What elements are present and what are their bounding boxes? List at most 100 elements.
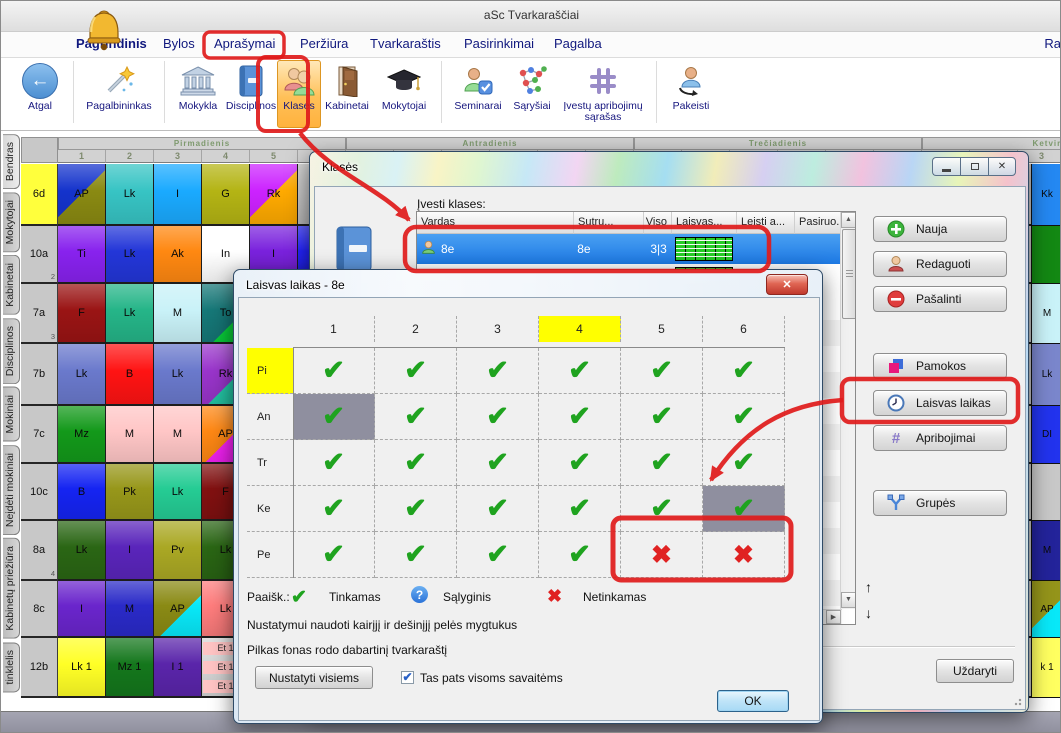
availability-cell-Pe-2[interactable]: ✔ bbox=[375, 532, 457, 578]
timetable-cell[interactable]: M bbox=[154, 284, 202, 344]
minimize-button[interactable] bbox=[932, 157, 960, 176]
availability-cell-Ke-6[interactable]: ✔ bbox=[703, 486, 785, 532]
sidebar-tab-kabinetų-priežiūra[interactable]: Kabinetų priežiūra bbox=[3, 538, 20, 639]
move-down-button[interactable]: ↓ bbox=[865, 605, 872, 621]
menu-item-tvarkaraštis[interactable]: Tvarkaraštis bbox=[370, 36, 441, 51]
availability-cell-Ke-4[interactable]: ✔ bbox=[539, 486, 621, 532]
column-header-2[interactable]: Sutru... bbox=[574, 212, 644, 234]
resize-grip[interactable] bbox=[1012, 696, 1022, 706]
close-button[interactable]: ✕ bbox=[988, 157, 1016, 176]
menu-item-pasirinkimai[interactable]: Pasirinkimai bbox=[464, 36, 534, 51]
availability-cell-Pi-2[interactable]: ✔ bbox=[375, 348, 457, 394]
timetable-cell[interactable]: I bbox=[58, 581, 106, 638]
availability-cell-Pi-1[interactable]: ✔ bbox=[293, 348, 375, 394]
timetable-cell[interactable]: Lk bbox=[58, 344, 106, 406]
column-header-5[interactable]: Leisti a... bbox=[737, 212, 795, 234]
timetable-cell[interactable]: Pk bbox=[106, 464, 154, 521]
timetable-row-label-7a[interactable]: 7a3 bbox=[21, 284, 58, 344]
grupės-button[interactable]: Grupės bbox=[873, 490, 1007, 516]
column-header-6[interactable]: Pasiruo... bbox=[795, 212, 842, 234]
grid-column-header-1[interactable]: 1 bbox=[293, 316, 375, 342]
menu-right-partial[interactable]: Ra bbox=[1044, 36, 1061, 51]
timetable-cell[interactable] bbox=[1031, 464, 1061, 521]
timetable-cell[interactable]: Mz bbox=[58, 406, 106, 464]
timetable-cell[interactable]: B bbox=[106, 344, 154, 406]
scroll-right-button[interactable]: ▶ bbox=[826, 610, 841, 624]
toolbar-button-seminarai[interactable]: Seminarai bbox=[448, 60, 508, 128]
sidebar-tab-bendras[interactable]: Bendras bbox=[3, 134, 20, 189]
toolbar-button-mokytojai[interactable]: Mokytojai bbox=[373, 60, 435, 128]
availability-cell-An-3[interactable]: ✔ bbox=[457, 394, 539, 440]
toolbar-button-sąryšiai[interactable]: Sąryšiai bbox=[508, 60, 556, 128]
timetable-cell[interactable]: DI bbox=[1031, 406, 1061, 464]
availability-cell-Tr-5[interactable]: ✔ bbox=[621, 440, 703, 486]
availability-cell-Ke-1[interactable]: ✔ bbox=[293, 486, 375, 532]
menu-item-peržiūra[interactable]: Peržiūra bbox=[300, 36, 348, 51]
availability-cell-An-4[interactable]: ✔ bbox=[539, 394, 621, 440]
availability-cell-Pi-5[interactable]: ✔ bbox=[621, 348, 703, 394]
apribojimai-button[interactable]: #Apribojimai bbox=[873, 425, 1007, 451]
nustatyti-visiems-button[interactable]: Nustatyti visiems bbox=[255, 666, 373, 689]
availability-cell-An-1[interactable]: ✔ bbox=[293, 394, 375, 440]
timetable-cell[interactable]: B bbox=[58, 464, 106, 521]
toolbar-button-atgal[interactable]: ←Atgal bbox=[13, 60, 67, 128]
toolbar-button-pagalbininkas[interactable]: Pagalbininkas bbox=[80, 60, 158, 128]
grid-column-header-4[interactable]: 4 bbox=[539, 316, 621, 342]
grid-row-label-An[interactable]: An bbox=[247, 394, 293, 440]
ok-button[interactable]: OK bbox=[717, 690, 789, 712]
toolbar-button-kabinetai[interactable]: Kabinetai bbox=[321, 60, 373, 128]
timetable-row-label-10a[interactable]: 10a2 bbox=[21, 226, 58, 284]
availability-cell-Pe-6[interactable]: ✖ bbox=[703, 532, 785, 578]
timetable-cell[interactable]: I 1 bbox=[154, 638, 202, 698]
timetable-cell[interactable]: Lk bbox=[1031, 344, 1061, 406]
timetable-cell[interactable]: Mz 1 bbox=[106, 638, 154, 698]
vertical-scrollbar[interactable]: ▲▼ bbox=[840, 212, 855, 609]
availability-cell-Pi-3[interactable]: ✔ bbox=[457, 348, 539, 394]
column-header-4[interactable]: Laisvas... bbox=[672, 212, 737, 234]
timetable-row-label-6d[interactable]: 6d bbox=[21, 164, 58, 226]
grid-row-label-Pe[interactable]: Pe bbox=[247, 532, 293, 578]
sidebar-tab-neįdėti-mokiniai[interactable]: Neįdėti mokiniai bbox=[3, 445, 20, 535]
timetable-cell[interactable]: Lk 1 bbox=[58, 638, 106, 698]
timetable-cell[interactable]: Kk bbox=[1031, 164, 1061, 226]
timetable-cell[interactable]: M bbox=[1031, 284, 1061, 344]
availability-cell-Ke-5[interactable]: ✔ bbox=[621, 486, 703, 532]
availability-cell-Ke-3[interactable]: ✔ bbox=[457, 486, 539, 532]
sidebar-tab-disciplinos[interactable]: Disciplinos bbox=[3, 318, 20, 384]
nauja-button[interactable]: Nauja bbox=[873, 216, 1007, 242]
availability-cell-An-5[interactable]: ✔ bbox=[621, 394, 703, 440]
column-header-3[interactable]: Viso bbox=[644, 212, 672, 234]
timetable-cell[interactable]: k 1 bbox=[1031, 638, 1061, 698]
timetable-cell[interactable]: Lk bbox=[106, 226, 154, 284]
title-bar[interactable]: aSc Tvarkaraščiai bbox=[1, 1, 1061, 32]
availability-cell-Tr-1[interactable]: ✔ bbox=[293, 440, 375, 486]
timetable-cell[interactable]: M bbox=[106, 406, 154, 464]
menu-item-aprašymai[interactable]: Aprašymai bbox=[214, 36, 275, 51]
class-row-8e[interactable]: 8e8e3|3 bbox=[417, 234, 840, 264]
grid-row-label-Ke[interactable]: Ke bbox=[247, 486, 293, 532]
availability-cell-Ke-2[interactable]: ✔ bbox=[375, 486, 457, 532]
timetable-cell[interactable]: AP bbox=[154, 581, 202, 638]
timetable-cell[interactable]: M bbox=[106, 581, 154, 638]
toolbar-button-pakeisti[interactable]: Pakeisti bbox=[663, 60, 719, 128]
availability-cell-Pe-5[interactable]: ✖ bbox=[621, 532, 703, 578]
timetable-cell[interactable]: AP bbox=[1031, 581, 1061, 638]
asc-bell-logo-icon[interactable] bbox=[81, 6, 127, 54]
availability-cell-Pi-6[interactable]: ✔ bbox=[703, 348, 785, 394]
maximize-button[interactable] bbox=[960, 157, 988, 176]
timetable-cell[interactable]: Lk bbox=[154, 464, 202, 521]
timetable-cell[interactable]: Rk bbox=[250, 164, 298, 226]
toolbar-button-mokykla[interactable]: Mokykla bbox=[171, 60, 225, 128]
redaguoti-button[interactable]: Redaguoti bbox=[873, 251, 1007, 277]
column-header-1[interactable]: Vardas bbox=[417, 212, 574, 234]
menu-item-pagalba[interactable]: Pagalba bbox=[554, 36, 602, 51]
toolbar-button-disciplinos[interactable]: Disciplinos bbox=[225, 60, 277, 128]
toolbar-button-įvestų-apribojimų-sąrašas[interactable]: Įvestų apribojimų sąrašas bbox=[556, 60, 650, 128]
sidebar-tab-kabinetai[interactable]: Kabinetai bbox=[3, 255, 20, 315]
grid-column-header-2[interactable]: 2 bbox=[375, 316, 457, 342]
toolbar-button-klasės[interactable]: Klasės bbox=[277, 60, 321, 128]
timetable-row-label-12b[interactable]: 12b bbox=[21, 638, 58, 698]
grid-column-header-5[interactable]: 5 bbox=[621, 316, 703, 342]
grid-row-label-Pi[interactable]: Pi bbox=[247, 348, 293, 394]
availability-cell-Pe-1[interactable]: ✔ bbox=[293, 532, 375, 578]
